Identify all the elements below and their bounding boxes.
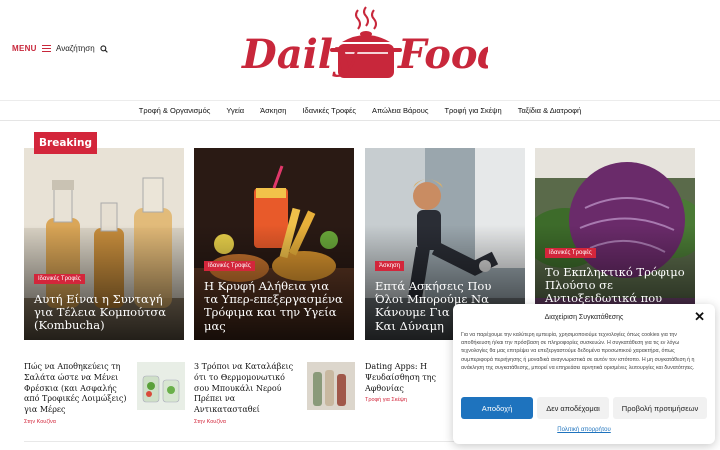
nav-item-travel-nutrition[interactable]: Ταξίδια & Διατροφή	[510, 106, 590, 115]
nav-item-ideal-foods[interactable]: Ιδανικές Τροφές	[294, 106, 364, 115]
breaking-badge: Breaking	[34, 132, 97, 154]
list-item-title[interactable]: Πώς να Αποθηκεύεις τη Σαλάτα ώστε να Μέν…	[24, 362, 128, 416]
list-item[interactable]: 3 Τρόποι να Καταλάβεις ότι το Θερμομονωτ…	[194, 362, 300, 425]
featured-card-processed-foods[interactable]: Ιδανικές Τροφές Η Κρυφή Αλήθεια για τα Υ…	[194, 148, 354, 340]
list-item[interactable]: Dating Apps: Η Ψευδαίσθηση της Αφθονίας …	[365, 362, 449, 403]
cookie-consent-dialog: Διαχείριση Συγκατάθεσης ✕ Για να παρέχου…	[453, 304, 715, 444]
consent-title: Διαχείριση Συγκατάθεσης	[544, 314, 624, 321]
nav-item-exercise[interactable]: Άσκηση	[252, 106, 294, 115]
site-header: MENU Αναζήτηση Daily Food	[0, 0, 720, 100]
menu-button[interactable]: MENU	[12, 44, 51, 53]
nav-item-food-body[interactable]: Τροφή & Οργανισμός	[131, 106, 219, 115]
accept-button[interactable]: Αποδοχή	[461, 397, 533, 419]
search-icon	[100, 44, 108, 53]
main-nav: Τροφή & Οργανισμός Υγεία Άσκηση Ιδανικές…	[0, 101, 720, 119]
card-title[interactable]: Αυτή Είναι η Συνταγή για Τέλεια Κομπούτσ…	[34, 292, 176, 333]
list-item-title[interactable]: 3 Τρόποι να Καταλάβεις ότι το Θερμομονωτ…	[194, 362, 300, 416]
card-category-tag[interactable]: Ιδανικές Τροφές	[34, 274, 85, 284]
privacy-policy-link[interactable]: Πολιτική απορρήτου	[453, 427, 715, 433]
consent-text: Για να παρέχουμε την καλύτερη εμπειρία, …	[461, 332, 695, 371]
menu-label: MENU	[12, 44, 37, 53]
close-icon[interactable]: ✕	[694, 309, 705, 325]
deny-button[interactable]: Δεν αποδέχομαι	[537, 397, 609, 419]
hamburger-icon	[41, 45, 51, 52]
list-item-title[interactable]: Dating Apps: Η Ψευδαίσθηση της Αφθονίας	[365, 362, 449, 394]
card-category-tag[interactable]: Άσκηση	[375, 261, 405, 271]
card-title[interactable]: Το Εκπληκτικό Τρόφιμο Πλούσιο σε Αντιοξε…	[545, 265, 687, 306]
featured-card-kombucha[interactable]: Ιδανικές Τροφές Αυτή Είναι η Συνταγή για…	[24, 148, 184, 340]
search-label: Αναζήτηση	[56, 44, 95, 53]
nav-item-weight-loss[interactable]: Απώλεια Βάρους	[364, 106, 436, 115]
preferences-button[interactable]: Προβολή προτιμήσεων	[613, 397, 707, 419]
thumbnail-salad[interactable]	[137, 362, 185, 410]
thumbnail-water-bottles[interactable]	[307, 362, 355, 410]
card-category-tag[interactable]: Ιδανικές Τροφές	[204, 261, 255, 271]
list-item[interactable]: Πώς να Αποθηκεύεις τη Σαλάτα ώστε να Μέν…	[24, 362, 128, 425]
card-title[interactable]: Η Κρυφή Αλήθεια για τα Υπερ-επεξεργασμέν…	[204, 279, 346, 333]
nav-item-food-for-thought[interactable]: Τροφή για Σκέψη	[436, 106, 509, 115]
search-button[interactable]: Αναζήτηση	[56, 44, 108, 53]
nav-item-health[interactable]: Υγεία	[218, 106, 252, 115]
card-category-tag[interactable]: Ιδανικές Τροφές	[545, 248, 596, 258]
nav-divider	[0, 120, 720, 121]
list-item-category[interactable]: Τροφή για Σκέψη	[365, 397, 449, 403]
logo-word-daily: Daily	[241, 31, 359, 78]
list-item-category[interactable]: Στην Κουζίνα	[24, 419, 128, 425]
site-logo[interactable]: Daily Food	[238, 4, 488, 96]
logo-word-food: Food	[397, 31, 488, 78]
list-item-category[interactable]: Στην Κουζίνα	[194, 419, 300, 425]
